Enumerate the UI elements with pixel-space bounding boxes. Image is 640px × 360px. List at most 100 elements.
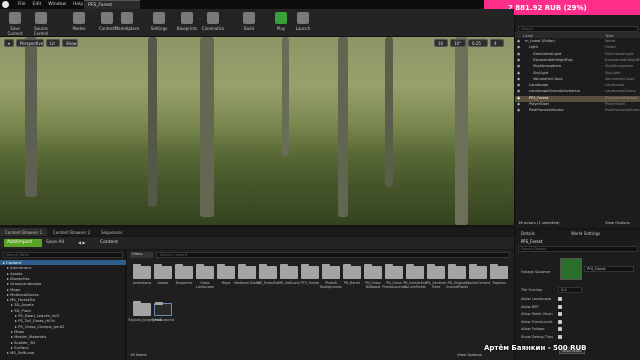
- level-tab[interactable]: PFS_Forest: [84, 0, 140, 9]
- show-button[interactable]: Show: [62, 39, 78, 47]
- label-column-header[interactable]: Label: [523, 33, 533, 38]
- folder-icon[interactable]: [133, 301, 151, 316]
- tab-world-settings[interactable]: World Settings: [571, 231, 600, 236]
- folder-icon[interactable]: [448, 264, 466, 279]
- outliner-view-options[interactable]: View Options: [605, 220, 630, 225]
- search-content-input[interactable]: Search Content: [156, 252, 510, 258]
- tab-sequencer[interactable]: Sequencer: [96, 228, 127, 236]
- visibility-eye-icon[interactable]: ◉: [517, 108, 520, 112]
- outliner-row[interactable]: ◉ SkyLight SkyLight: [515, 71, 640, 77]
- visibility-eye-icon[interactable]: ◉: [517, 102, 520, 106]
- view-options-button[interactable]: View Options: [457, 352, 482, 357]
- folder-icon[interactable]: [154, 264, 172, 279]
- grid-snap-button[interactable]: 10: [434, 39, 448, 47]
- outliner-row[interactable]: ◉ LandscapeGizmoActiveActor LandscapeGizmo: [515, 89, 640, 95]
- outliner-row[interactable]: ◉ PlayerStart PlayerStart: [515, 102, 640, 108]
- outliner-row[interactable]: ◉ VolumetricCloud VolumetricCloud: [515, 77, 640, 83]
- outliner-row[interactable]: ◉ Landscape Landscape: [515, 83, 640, 89]
- folder-icon[interactable]: [385, 264, 403, 279]
- folder-icon[interactable]: [259, 264, 277, 279]
- folder-icon[interactable]: [133, 264, 151, 279]
- folder-icon[interactable]: [406, 264, 424, 279]
- tree-item[interactable]: ▸ MS_SoftLand: [0, 350, 34, 355]
- perspective-button[interactable]: Perspective: [16, 39, 44, 47]
- menu-edit[interactable]: Edit: [33, 2, 42, 7]
- toolbar-launch-button[interactable]: Launch: [290, 11, 316, 31]
- angle-snap-button[interactable]: 10°: [450, 39, 466, 47]
- foliage-spawner-select[interactable]: PFS_Forest: [584, 266, 634, 272]
- outliner-row[interactable]: ◉ Light Folder: [515, 45, 640, 51]
- outliner-row[interactable]: ◉ DirectionalLight DirectionalLight: [515, 52, 640, 58]
- visibility-eye-icon[interactable]: ◉: [517, 45, 520, 49]
- outliner-row[interactable]: ◉ PFS_Forest ProceduralFoliage: [515, 95, 640, 102]
- tile-overlap-input[interactable]: 0.0: [558, 287, 582, 293]
- save-icon: [9, 12, 21, 24]
- folder-icon[interactable]: [427, 264, 445, 279]
- outliner-type: Landscape: [605, 83, 625, 88]
- add-import-button[interactable]: Add/Import: [4, 239, 42, 247]
- outliner-type: ProceduralFoliage: [605, 95, 637, 100]
- visibility-eye-icon[interactable]: ◉: [517, 52, 520, 56]
- visibility-eye-icon[interactable]: ◉: [517, 71, 520, 75]
- filters-button[interactable]: Filters: [130, 252, 153, 258]
- details-search-input[interactable]: Search Details: [518, 246, 638, 252]
- folder-icon[interactable]: [217, 264, 235, 279]
- search-paths-input[interactable]: Search Paths: [3, 252, 123, 258]
- folder-icon[interactable]: [490, 264, 508, 279]
- folder-icon[interactable]: [301, 264, 319, 279]
- visibility-eye-icon[interactable]: ◉: [517, 96, 520, 100]
- outliner-row[interactable]: ◉ PostProcessVolume PostProcessVolume: [515, 108, 640, 114]
- save-all-button[interactable]: Save All: [46, 240, 64, 245]
- folder-icon[interactable]: [280, 264, 298, 279]
- tab-details[interactable]: Details: [521, 231, 535, 236]
- visibility-eye-icon[interactable]: ◉: [517, 89, 520, 93]
- folder-icon[interactable]: [469, 264, 487, 279]
- toolbar-settings-button[interactable]: Settings: [146, 11, 172, 31]
- path-breadcrumb[interactable]: Content: [100, 240, 118, 245]
- selected-object-name[interactable]: PFS_Forest: [521, 239, 542, 244]
- visibility-eye-icon[interactable]: ◉: [517, 58, 520, 62]
- folder-icon[interactable]: [154, 302, 172, 316]
- details-checkbox[interactable]: [558, 334, 562, 339]
- menu-window[interactable]: Window: [48, 2, 66, 7]
- toolbar-build-button[interactable]: Build: [236, 11, 262, 31]
- tab-content-browser-2[interactable]: Content Browser 2: [48, 228, 95, 236]
- outliner-row[interactable]: ◉ m_forest (Editor) World: [515, 39, 640, 45]
- nav-back-icon[interactable]: ◀ ▶: [78, 240, 85, 245]
- toolbar-save-button[interactable]: Save Current: [2, 11, 28, 36]
- details-checkbox[interactable]: [558, 297, 562, 301]
- folder-icon[interactable]: [322, 264, 340, 279]
- camera-speed-button[interactable]: 4: [490, 39, 504, 47]
- tile-overlap-label: Tile Overlap: [521, 288, 543, 292]
- details-checkbox[interactable]: [558, 327, 562, 331]
- folder-icon[interactable]: [364, 264, 382, 279]
- details-checkbox[interactable]: [558, 304, 562, 309]
- details-checkbox[interactable]: [558, 319, 562, 324]
- visibility-eye-icon[interactable]: ◉: [517, 39, 520, 43]
- menu-help[interactable]: Help: [73, 2, 83, 7]
- type-column-header[interactable]: Type: [605, 33, 614, 38]
- folder-icon[interactable]: [343, 264, 361, 279]
- menu-file[interactable]: File: [18, 2, 26, 7]
- toolbar-cinematics-button[interactable]: Cinematics: [200, 11, 226, 31]
- toolbar-blueprint-button[interactable]: Blueprints: [174, 11, 200, 31]
- folder-icon[interactable]: [175, 264, 193, 279]
- outliner-row[interactable]: ◉ ExponentialHeightFog ExponentialHeightFo…: [515, 58, 640, 64]
- world-outliner: Search Label Type 16 actors (1 selected)…: [514, 15, 640, 228]
- folder-icon[interactable]: [196, 264, 214, 279]
- visibility-eye-icon[interactable]: ◉: [517, 64, 520, 68]
- outliner-row[interactable]: ◉ SkyAtmosphere SkyAtmosphere: [515, 64, 640, 70]
- toolbar-source-control-button[interactable]: Source Control: [28, 11, 54, 36]
- visibility-eye-icon[interactable]: ◉: [517, 83, 520, 87]
- scale-snap-button[interactable]: 0.25: [468, 39, 488, 47]
- lit-button[interactable]: Lit: [46, 39, 60, 47]
- toolbar-marketplace-button[interactable]: Marketplace: [114, 11, 140, 31]
- tab-content-browser-1[interactable]: Content Browser 1: [0, 228, 48, 236]
- foliage-spawner-thumbnail[interactable]: [560, 258, 582, 280]
- toolbar-modes-button[interactable]: Modes: [66, 11, 92, 31]
- details-checkbox[interactable]: [558, 312, 562, 316]
- visibility-eye-icon[interactable]: ◉: [517, 77, 520, 81]
- viewport-menu-button[interactable]: ▾: [4, 39, 14, 47]
- level-viewport[interactable]: ▾ Perspective Lit Show 10 10° 0.25 4: [0, 37, 514, 225]
- folder-icon[interactable]: [238, 264, 256, 279]
